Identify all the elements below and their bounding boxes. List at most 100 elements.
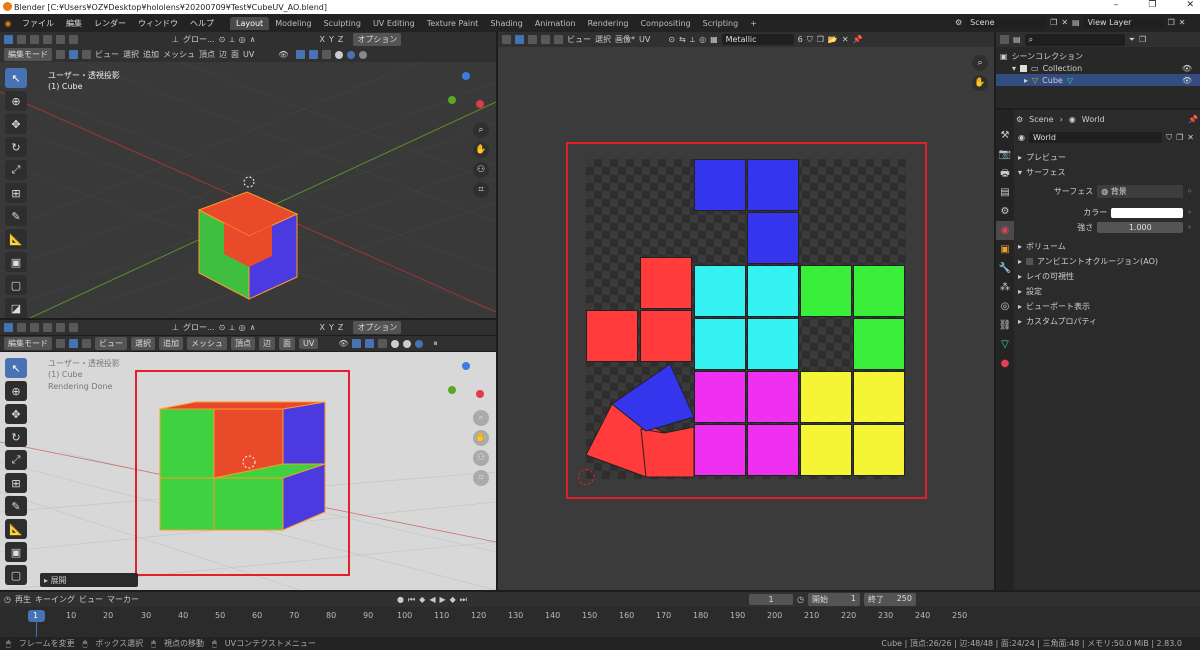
panel-ao[interactable]: ▸ アンビエントオクルージョン(AO): [1014, 254, 1200, 269]
tab-uv-editing[interactable]: UV Editing: [367, 17, 421, 30]
rotate-tool-icon[interactable]: ↻: [5, 427, 27, 447]
add-workspace-icon[interactable]: +: [744, 17, 763, 30]
pivot-icon[interactable]: ⊙: [219, 323, 226, 332]
shading-rendered-icon[interactable]: [359, 50, 368, 59]
mirror-x[interactable]: X: [320, 323, 325, 332]
face-select-icon[interactable]: [82, 339, 91, 348]
uv-zoom-icon[interactable]: ⌕: [972, 55, 988, 71]
prev-keyframe-icon[interactable]: ◆: [419, 595, 425, 604]
menu-mesh[interactable]: メッシュ: [187, 337, 227, 350]
menu-uv[interactable]: UV: [243, 50, 254, 59]
measure-tool-icon[interactable]: 📐: [5, 229, 27, 249]
scene-selector[interactable]: Scene: [966, 17, 1047, 28]
editor-type-icon[interactable]: [502, 35, 511, 44]
image-name-field[interactable]: Metallic: [721, 34, 794, 45]
perspective-grid-icon[interactable]: ⌗: [473, 182, 489, 198]
menu-window[interactable]: ウィンドウ: [132, 18, 184, 29]
panel-settings[interactable]: ▸ 設定: [1014, 284, 1200, 299]
xray-icon[interactable]: [322, 50, 332, 59]
mirror-x[interactable]: X: [320, 35, 325, 44]
select-tool-icon[interactable]: ↖: [5, 68, 27, 88]
xray-icon[interactable]: [378, 339, 388, 348]
select-mode-icon[interactable]: [30, 35, 39, 44]
tab-shading[interactable]: Shading: [484, 17, 529, 30]
gizmo-x-icon[interactable]: [476, 390, 484, 398]
tab-animation[interactable]: Animation: [529, 17, 582, 30]
menu-file[interactable]: ファイル: [16, 18, 60, 29]
shading-solid-icon[interactable]: [391, 339, 400, 348]
outliner-row-collection[interactable]: ▾ ▭ Collection 👁: [996, 62, 1200, 74]
uv-menu-uv[interactable]: UV: [639, 35, 650, 44]
editor-type-icon[interactable]: [4, 323, 13, 332]
tool-tab-icon[interactable]: ⚒: [996, 126, 1014, 145]
material-tab-icon[interactable]: ●: [996, 354, 1014, 373]
blender-menu-icon[interactable]: ◉: [0, 19, 16, 28]
move-tool-icon[interactable]: ✥: [5, 404, 27, 424]
socket-dot-icon[interactable]: ◦: [1187, 223, 1192, 232]
uv-menu-image[interactable]: 画像*: [615, 34, 635, 45]
tab-modeling[interactable]: Modeling: [269, 17, 317, 30]
delete-scene-icon[interactable]: ✕: [1061, 18, 1068, 27]
cursor-tool-icon[interactable]: ⊕: [5, 91, 27, 111]
tab-texture-paint[interactable]: Texture Paint: [421, 17, 485, 30]
vertex-select-icon[interactable]: [56, 50, 65, 59]
data-tab-icon[interactable]: ▽: [996, 335, 1014, 354]
bottom-3d-viewport-rendered[interactable]: ユーザー・透視投影 (1) Cube Rendering Done ↖ ⊕ ✥ …: [0, 352, 496, 590]
world-tab-icon[interactable]: ◉: [996, 221, 1014, 240]
delete-view-layer-icon[interactable]: ✕: [1179, 18, 1186, 27]
annotate-tool-icon[interactable]: ✎: [5, 206, 27, 226]
menu-vertex[interactable]: 頂点: [231, 337, 255, 350]
surface-shader-field[interactable]: ◍ 背景: [1097, 185, 1184, 198]
vertex-select-icon[interactable]: [56, 339, 65, 348]
minimize-icon[interactable]: –: [1114, 0, 1119, 10]
uv-select-mode-icon[interactable]: [515, 35, 524, 44]
uv-pivot-icon[interactable]: ⊙: [668, 35, 675, 44]
uv-snap-icon[interactable]: ⟂: [690, 35, 695, 45]
2d-cursor-icon[interactable]: [578, 469, 594, 485]
menu-vertex[interactable]: 頂点: [199, 49, 215, 60]
jump-end-icon[interactable]: ⏭: [460, 595, 467, 605]
overlay-toggle-icon[interactable]: [365, 339, 375, 348]
timeline-menu-view[interactable]: ビュー: [79, 594, 103, 605]
tab-compositing[interactable]: Compositing: [634, 17, 696, 30]
pin-icon[interactable]: 📌: [1188, 115, 1198, 124]
tab-rendering[interactable]: Rendering: [582, 17, 635, 30]
fake-user-icon[interactable]: ⛉: [1166, 133, 1172, 143]
collection-checkbox[interactable]: [1020, 64, 1028, 72]
options-dropdown[interactable]: オプション: [353, 321, 402, 334]
menu-edit[interactable]: 編集: [60, 18, 88, 29]
extrude-tool-icon[interactable]: ▣: [5, 252, 27, 272]
menu-mesh[interactable]: メッシュ: [163, 49, 195, 60]
pan-hand-icon[interactable]: ✋: [473, 430, 489, 446]
open-image-icon[interactable]: 📂: [828, 35, 838, 44]
select-tool-icon[interactable]: ↖: [5, 358, 27, 378]
uv-menu-view[interactable]: ビュー: [567, 34, 591, 45]
face-select-icon[interactable]: [82, 50, 91, 59]
cursor-tool-icon[interactable]: ⊕: [5, 381, 27, 401]
gizmo-x-icon[interactable]: [476, 100, 484, 108]
inset-tool-icon[interactable]: ▢: [5, 275, 27, 295]
socket-dot-icon[interactable]: ◦: [1187, 208, 1192, 217]
menu-edge[interactable]: 辺: [219, 49, 227, 60]
fake-user-icon[interactable]: ⛉: [807, 35, 813, 45]
navigation-gizmo[interactable]: [440, 360, 490, 410]
timeline-editor-icon[interactable]: ◷: [4, 595, 11, 604]
overlay-toggle-icon[interactable]: [309, 50, 319, 59]
transform-orientation[interactable]: グロー...: [183, 34, 215, 45]
editor-type-icon[interactable]: [4, 35, 13, 44]
measure-tool-icon[interactable]: 📐: [5, 519, 27, 539]
pin-icon[interactable]: 📌: [853, 35, 863, 44]
navigation-gizmo[interactable]: [440, 70, 490, 120]
uv-proportional-icon[interactable]: ◎: [699, 35, 706, 44]
falloff-icon[interactable]: ∧: [250, 35, 256, 44]
menu-view[interactable]: ビュー: [95, 337, 127, 350]
falloff-icon[interactable]: ∧: [250, 323, 256, 332]
inset-tool-icon[interactable]: ▢: [5, 565, 27, 585]
world-browse-icon[interactable]: ◉: [1018, 133, 1025, 142]
select-mode-icon[interactable]: [56, 35, 65, 44]
view-layer-selector[interactable]: View Layer: [1083, 17, 1164, 28]
move-tool-icon[interactable]: ✥: [5, 114, 27, 134]
uv-image-browse-icon[interactable]: ▦: [710, 35, 718, 44]
scene-icon[interactable]: ⚙: [955, 18, 962, 27]
panel-volume[interactable]: ▸ ボリューム: [1014, 239, 1200, 254]
